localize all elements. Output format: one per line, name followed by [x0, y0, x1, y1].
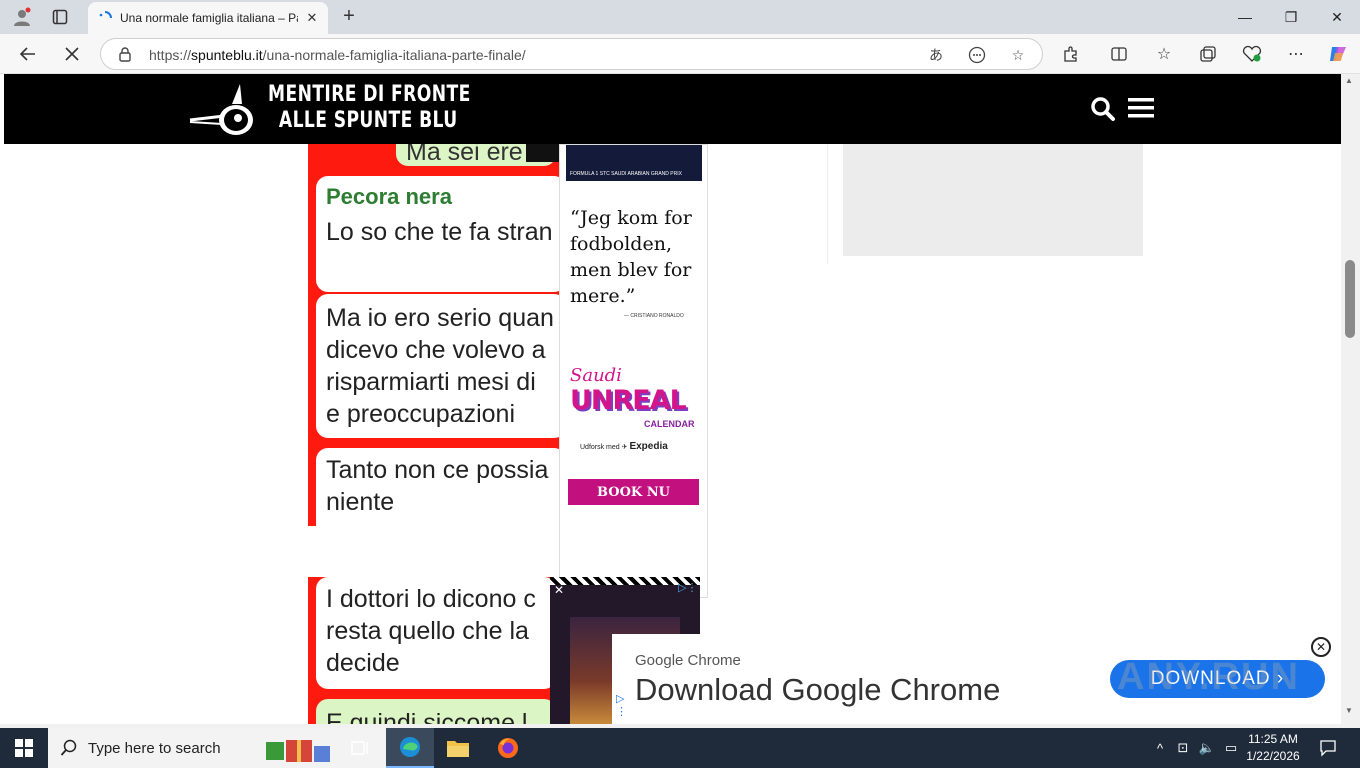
chat-screenshot-image: Ma sei ere Pecora nera Lo so che te fa s… — [308, 144, 560, 526]
collections-icon[interactable] — [1194, 40, 1222, 68]
site-header: MENTIRE DI FRONTE ALLE SPUNTE BLU — [4, 74, 1341, 144]
advertisement-saudi[interactable]: FORMULA 1 STC SAUDI ARABIAN GRAND PRIX “… — [559, 144, 708, 598]
chat-text: Tanto non ce possia — [326, 456, 549, 484]
page-viewport: MENTIRE DI FRONTE ALLE SPUNTE BLU Ma sei… — [0, 74, 1341, 724]
new-tab-button[interactable]: + — [338, 5, 360, 27]
scrollbar-thumb[interactable] — [1345, 260, 1355, 338]
image-overlay — [526, 144, 560, 162]
chat-bubble: I dottori lo dicono c resta quello che l… — [316, 577, 550, 689]
book-now-button[interactable]: BOOK NU — [568, 479, 699, 505]
system-clock[interactable]: 11:25 AM 1/22/2026 — [1242, 731, 1304, 765]
notifications-icon[interactable] — [1318, 738, 1338, 758]
edge-taskbar-icon[interactable] — [386, 728, 434, 768]
ad-close-icon[interactable]: ✕ — [554, 583, 564, 597]
chat-text: Ma io ero serio quan — [326, 304, 554, 332]
search-icon[interactable] — [1090, 96, 1116, 122]
task-view-icon[interactable] — [336, 728, 384, 768]
scroll-up-icon[interactable]: ▲ — [1345, 76, 1353, 85]
chat-sender: Pecora nera — [326, 184, 452, 209]
ad-quote-author: — CRISTIANO RONALDO — [624, 313, 684, 319]
hamburger-menu-icon[interactable] — [1128, 97, 1154, 119]
scroll-down-icon[interactable]: ▼ — [1345, 706, 1353, 715]
meet-now-icon[interactable]: ⊡ — [1173, 738, 1193, 758]
clock-time: 11:25 AM — [1248, 732, 1298, 746]
chat-text: niente — [326, 488, 395, 516]
favorites-icon[interactable]: ☆ — [1150, 40, 1178, 68]
chat-text: resta quello che la — [326, 617, 529, 645]
chrome-download-ad[interactable]: ▷ ⋮ Google Chrome Download Google Chrome … — [612, 634, 1341, 724]
read-aloud-icon[interactable] — [966, 44, 988, 66]
stop-loading-icon[interactable] — [58, 40, 86, 68]
sidebar-ad-placeholder — [843, 144, 1143, 256]
start-button[interactable] — [0, 728, 48, 768]
minimize-button[interactable]: — — [1222, 0, 1268, 34]
close-window-button[interactable]: ✕ — [1314, 0, 1360, 34]
page-scrollbar[interactable]: ▲ ▼ — [1341, 74, 1360, 724]
tab-close-icon[interactable]: ✕ — [304, 10, 320, 26]
more-menu-icon[interactable]: ⋯ — [1282, 40, 1310, 68]
chat-text: I dottori lo dicono c — [326, 585, 536, 613]
favorite-star-icon[interactable]: ☆ — [1007, 44, 1029, 66]
site-logo-text[interactable]: MENTIRE DI FRONTE ALLE SPUNTE BLU — [268, 82, 471, 134]
watermark: ANY.RUN — [1117, 656, 1300, 698]
ad-headline: Download Google Chrome — [635, 672, 1001, 707]
restore-button[interactable]: ❐ — [1268, 0, 1314, 34]
loading-icon — [98, 11, 112, 25]
ad-close-icon[interactable]: ✕ — [1311, 637, 1331, 657]
chat-text: dicevo che volevo a — [326, 336, 546, 364]
navigation-bar: https://spunteblu.it/una-normale-famigli… — [0, 34, 1360, 74]
chat-text: e preoccupazioni — [326, 400, 516, 428]
ad-brand-saudi: Saudi — [570, 365, 622, 386]
site-info-icon[interactable] — [117, 46, 133, 62]
tab-title: Una normale famiglia italiana – Pa — [120, 11, 298, 25]
split-screen-icon[interactable] — [1105, 40, 1133, 68]
ad-quote: “Jeg kom for fodbolden, men blev for mer… — [570, 207, 692, 307]
windows-taskbar: Type here to search ^ ⊡ 🔈 ▭ 11:25 AM 1/2… — [0, 728, 1360, 768]
translate-icon[interactable]: あ — [925, 44, 947, 66]
profile-icon[interactable] — [10, 5, 34, 29]
chat-bubble: Tanto non ce possia niente — [316, 448, 560, 526]
ad-caption: FORMULA 1 STC SAUDI ARABIAN GRAND PRIX — [570, 171, 682, 177]
firefox-icon[interactable] — [484, 728, 532, 768]
file-explorer-icon[interactable] — [434, 728, 482, 768]
search-icon — [60, 739, 78, 762]
chat-text: decide — [326, 649, 400, 677]
chat-bubble: Pecora nera Lo so che te fa stran — [316, 176, 560, 292]
chat-bubble: E quindi siccome l — [316, 699, 550, 724]
extensions-icon[interactable] — [1057, 40, 1085, 68]
tab-actions-icon[interactable] — [48, 5, 72, 29]
chat-bubble: Ma io ero serio quan dicevo che volevo a… — [316, 294, 560, 438]
ad-brand-calendar: CALENDAR — [644, 419, 695, 429]
tab-strip: Una normale famiglia italiana – Pa ✕ + —… — [0, 0, 1360, 34]
tab-active[interactable]: Una normale famiglia italiana – Pa ✕ — [88, 2, 328, 34]
network-icon[interactable]: ▭ — [1221, 738, 1241, 758]
ad-partner: Udforsk med ✈ Expedia — [580, 441, 668, 452]
chat-text: risparmiarti mesi di — [326, 368, 536, 396]
clock-date: 1/22/2026 — [1246, 749, 1300, 763]
volume-icon[interactable]: 🔈 — [1197, 738, 1217, 758]
adchoices-icon[interactable]: ▷⋮ — [678, 581, 697, 594]
url-text[interactable]: https://spunteblu.it/una-normale-famigli… — [149, 47, 526, 63]
address-bar[interactable]: https://spunteblu.it/una-normale-famigli… — [100, 38, 1043, 70]
ad-advertiser: Google Chrome — [635, 652, 741, 669]
back-icon[interactable] — [14, 40, 42, 68]
ad-brand-unreal: UNREAL — [570, 385, 687, 416]
logo-line2: ALLE SPUNTE BLU — [278, 108, 458, 133]
adchoices-icon[interactable]: ▷⋮ — [616, 692, 627, 718]
chat-text: Lo so che te fa stran — [326, 218, 553, 246]
search-placeholder: Type here to search — [88, 740, 221, 757]
logo-line1: MENTIRE DI FRONTE — [268, 82, 471, 107]
sidebar-divider — [827, 144, 828, 264]
chat-screenshot-image: I dottori lo dicono c resta quello che l… — [308, 577, 550, 724]
copilot-icon[interactable] — [1324, 40, 1352, 68]
site-logo-icon[interactable] — [188, 80, 268, 140]
tray-chevron-icon[interactable]: ^ — [1150, 738, 1170, 758]
search-highlight-icon — [264, 734, 336, 769]
browser-essentials-icon[interactable] — [1238, 40, 1266, 68]
